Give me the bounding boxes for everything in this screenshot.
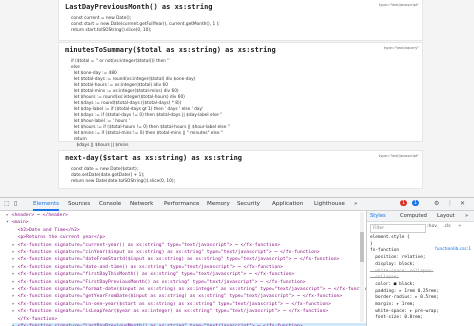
page-viewport: LastDayPreviousMonth() as xs:string type…	[0, 0, 474, 197]
dom-node-line[interactable]: ▸ <fx-function signature="in-one-year($s…	[12, 301, 366, 308]
style-declaration[interactable]: position: relative;	[370, 255, 425, 261]
dom-node-markup: <main>	[11, 220, 29, 226]
function-code: const current = new Date(); const start …	[71, 16, 220, 33]
dom-node-line[interactable]: ▸ <fx-function signature="FirstDayPrevio…	[12, 279, 366, 286]
dom-node-markup: <fx-function signature="cinYear($input a…	[17, 250, 320, 255]
dom-node-line[interactable]: ▸ <fx-function signature="getYearFromDat…	[12, 293, 366, 300]
tab-sources[interactable]: Sources	[68, 201, 90, 207]
function-signature-title: next-day($start as xs:string) as xs:stri…	[65, 154, 243, 162]
dom-node-markup: <fx-function signature="isLeapYear($year…	[17, 309, 329, 315]
tab-lighthouse[interactable]: Lighthouse	[314, 201, 345, 207]
settings-gear-icon[interactable]: ⚙	[434, 200, 439, 207]
devtools-tab-bar: ⬚ ▯ Elements Sources Console Network Per…	[0, 198, 474, 211]
tab-security[interactable]: Security	[237, 201, 260, 207]
add-rule-button[interactable]: +	[458, 224, 462, 229]
style-declaration[interactable]: font-size: 0.8rem;	[370, 315, 423, 321]
style-declaration[interactable]: fx-function	[370, 248, 399, 254]
info-count-badge[interactable]: 1	[412, 200, 420, 206]
dom-node-line[interactable]: ▸ <fx-function signature="cinYear($input…	[12, 249, 366, 256]
function-card-next-day: next-day($start as xs:string) as xs:stri…	[58, 150, 423, 189]
dom-node-line[interactable]: </fx-function>	[12, 316, 366, 323]
tab-layout[interactable]: Layout	[437, 213, 455, 219]
function-code: if ($total = '' or not(xs:integer($total…	[71, 59, 230, 148]
dom-node-markup: <header> ⋯ </header>	[11, 213, 69, 218]
more-tabs-chevron-icon[interactable]: »	[354, 201, 357, 207]
style-declaration[interactable]: border-radius: ▸ 0.5rem;	[370, 295, 438, 301]
dom-node-line[interactable]: ▸ <fx-function signature="date-and-time(…	[12, 264, 366, 271]
tab-application[interactable]: Application	[272, 201, 303, 207]
style-declaration[interactable]: margin: ▸ 1rem;	[370, 302, 415, 308]
dom-node-markup: <fx-function signature="in-one-year($sta…	[17, 301, 331, 307]
tab-network[interactable]: Network	[130, 201, 153, 207]
dom-node-markup: <p>Returns the current year</p>	[17, 235, 106, 241]
scrollbar-thumb[interactable]	[360, 232, 364, 262]
styles-pane: Styles Computed Layout » Filter :hov .cl…	[367, 211, 474, 326]
style-declaration[interactable]: display: block;	[370, 262, 415, 268]
dom-node-line[interactable]: ▸ <fx-function signature="current-year()…	[12, 242, 366, 249]
dom-node-line[interactable]: ▸ <fx-function signature="dateFromStartd…	[12, 256, 366, 263]
styles-tab-bar: Styles Computed Layout »	[367, 211, 474, 222]
dom-node-line[interactable]: ▸ <fx-function signature="format-date($i…	[12, 286, 366, 293]
dom-node-line[interactable]: ▸ <header> ⋯ </header>	[6, 212, 366, 219]
dom-node-markup: <fx-function signature="FirstDayPrevious…	[17, 279, 306, 285]
style-declaration[interactable]: color: ■ black;	[370, 282, 415, 288]
style-declaration[interactable]: padding: ▸ 1rem 0.25rem;	[370, 289, 438, 295]
type-label: type="text/javascript"	[378, 3, 419, 7]
tab-performance[interactable]: Performance	[164, 201, 199, 207]
inspect-element-icon[interactable]: ⬚	[4, 200, 10, 207]
dom-node-markup: <fx-function signature="dateFromStartd($…	[17, 257, 340, 263]
tab-computed[interactable]: Computed	[400, 213, 427, 219]
function-code: const date = new Date($start); date.setD…	[71, 167, 176, 184]
tab-elements[interactable]: Elements	[33, 201, 60, 211]
styles-more-chevron-icon[interactable]: »	[465, 213, 468, 219]
tab-console[interactable]: Console	[99, 201, 121, 207]
styles-filter-input[interactable]: Filter	[370, 224, 426, 233]
dom-node-line[interactable]: ▸ <fx-function signature="firstDayThisMo…	[12, 271, 366, 278]
dom-node-markup: <h2>Date and Time</h2>	[17, 227, 80, 233]
type-label: type="text/xquery"	[383, 46, 419, 50]
cls-toggle[interactable]: .cls	[443, 224, 451, 229]
dom-node-line[interactable]: ▾ <main>	[6, 219, 366, 226]
style-declaration[interactable]: white-space: collapse;	[370, 269, 433, 275]
style-declaration[interactable]: element.style {	[370, 235, 410, 241]
error-count-badge[interactable]: 1	[400, 200, 408, 206]
kebab-menu-icon[interactable]: ⋮	[447, 200, 453, 207]
dom-node-markup: </fx-function>	[17, 316, 58, 322]
tab-styles[interactable]: Styles	[370, 213, 386, 219]
style-declaration[interactable]: }	[370, 242, 373, 248]
function-signature-title: LastDayPreviousMonth() as xs:string	[65, 3, 213, 11]
dom-node-markup: <fx-function signature="format-date($inp…	[17, 287, 366, 292]
dom-node-markup: <fx-function signature="date-and-time() …	[17, 264, 283, 270]
dom-node-line[interactable]: <p>Returns the current year</p>	[12, 234, 366, 241]
dom-node-line[interactable]: <h2>Date and Time</h2>	[12, 227, 366, 234]
elements-scrollbar[interactable]	[360, 212, 364, 322]
function-card-last-day-previous-month: LastDayPreviousMonth() as xs:string type…	[58, 0, 423, 41]
tab-memory[interactable]: Memory	[207, 201, 230, 207]
style-declaration[interactable]: white-space: ▸ pre-wrap;	[370, 309, 438, 315]
function-signature-title: minutesToSummary($total as xs:string) as…	[65, 46, 276, 54]
stylesheet-source-link[interactable]: functionlib.css:1	[435, 247, 471, 252]
dom-node-markup: <fx-function signature="current-year() a…	[17, 242, 281, 248]
device-toolbar-icon[interactable]: ▯	[14, 200, 17, 207]
dom-node-markup: <fx-function signature="getYearFromDate(…	[17, 294, 343, 300]
style-declaration[interactable]: collapse;	[370, 275, 399, 281]
elements-tree[interactable]: ▸ <header> ⋯ </header> ▾ <main> <h2>Date …	[0, 211, 366, 326]
function-card-minutes-to-summary: minutesToSummary($total as xs:string) as…	[58, 42, 423, 148]
devtools-panel: ⬚ ▯ Elements Sources Console Network Per…	[0, 197, 474, 326]
type-label: type="text/javascript"	[378, 154, 419, 158]
close-icon[interactable]: ✕	[460, 200, 465, 207]
dom-node-markup: <fx-function signature="firstDayThisMont…	[17, 272, 295, 278]
dom-node-line[interactable]: ▸ <fx-function signature="isLeapYear($ye…	[12, 308, 366, 315]
hov-toggle[interactable]: :hov	[427, 224, 437, 229]
